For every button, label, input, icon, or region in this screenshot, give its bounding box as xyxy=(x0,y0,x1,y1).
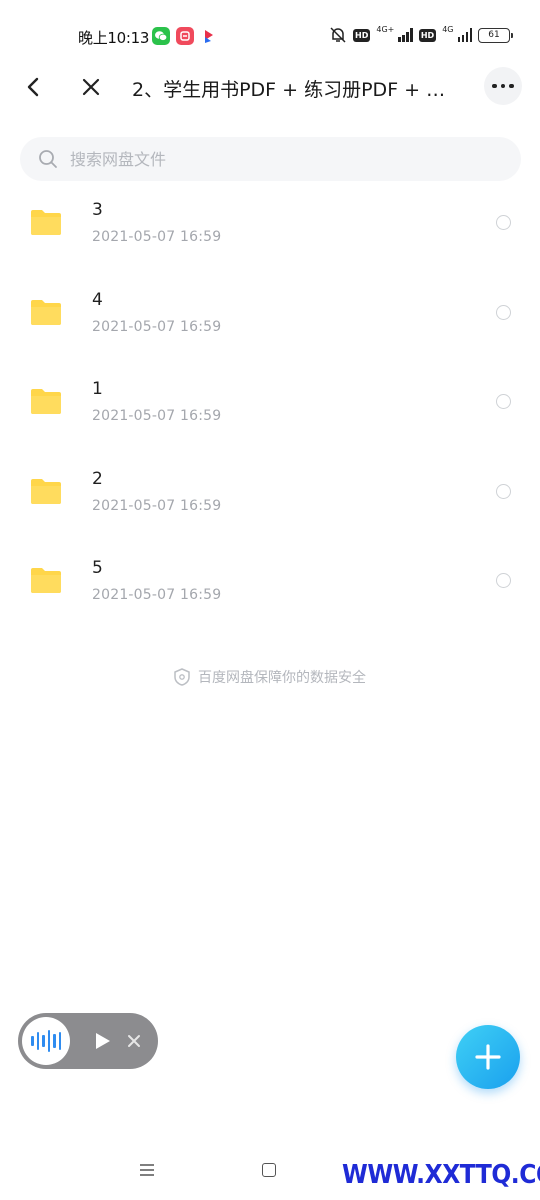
app-arrow-icon xyxy=(200,27,218,45)
search-icon xyxy=(39,150,57,168)
file-name: 5 xyxy=(92,558,103,578)
hd-badge-2: HD xyxy=(418,28,437,42)
more-dot-icon xyxy=(509,83,514,89)
title-bar: 2、学生用书PDF + 练习册PDF + … xyxy=(0,62,540,112)
more-dot-icon xyxy=(492,83,497,89)
file-row[interactable]: 3 2021-05-07 16:59 xyxy=(0,178,540,268)
security-note: 百度网盘保障你的数据安全 xyxy=(0,667,540,687)
file-name: 4 xyxy=(92,289,103,310)
security-note-text: 百度网盘保障你的数据安全 xyxy=(198,670,366,686)
more-dot-icon xyxy=(500,83,506,89)
file-name: 3 xyxy=(92,200,103,220)
folder-icon xyxy=(31,210,61,235)
folder-icon xyxy=(31,478,61,504)
signal-icon-2 xyxy=(457,28,472,42)
network-label-2: 4G xyxy=(442,25,454,34)
menu-icon[interactable] xyxy=(139,1163,155,1177)
file-date: 2021-05-07 16:59 xyxy=(92,408,222,424)
mute-bell-icon xyxy=(330,27,346,43)
file-date: 2021-05-07 16:59 xyxy=(92,229,222,245)
audio-wave-button[interactable] xyxy=(22,1017,70,1065)
more-options-button[interactable] xyxy=(484,67,522,105)
status-right-group: HD 4G+ HD 4G 61 xyxy=(329,25,513,44)
home-nav-button[interactable] xyxy=(262,1163,276,1177)
file-row[interactable]: 5 2021-05-07 16:59 xyxy=(0,536,540,626)
select-checkbox[interactable] xyxy=(496,394,511,409)
network-label-1: 4G+ xyxy=(376,25,395,34)
hd-badge: HD xyxy=(353,28,371,42)
folder-icon xyxy=(31,568,61,593)
select-checkbox[interactable] xyxy=(496,573,511,588)
file-name: 2 xyxy=(92,468,103,489)
file-date: 2021-05-07 16:59 xyxy=(92,587,222,603)
file-date: 2021-05-07 16:59 xyxy=(92,318,222,335)
app-notification-icon xyxy=(176,27,194,45)
status-time: 晚上10:13 xyxy=(78,29,150,47)
file-date: 2021-05-07 16:59 xyxy=(92,497,222,514)
close-button[interactable] xyxy=(76,72,106,102)
file-row[interactable]: 1 2021-05-07 16:59 xyxy=(0,357,540,447)
page-title: 2、学生用书PDF + 练习册PDF + … xyxy=(132,79,446,101)
select-checkbox[interactable] xyxy=(496,304,511,320)
back-button[interactable] xyxy=(18,72,48,102)
folder-icon xyxy=(31,389,61,414)
chevron-left-icon xyxy=(27,77,39,97)
file-list: 3 2021-05-07 16:59 4 2021-05-07 16:59 1 … xyxy=(0,178,540,626)
file-name: 1 xyxy=(92,379,103,399)
file-row[interactable]: 4 2021-05-07 16:59 xyxy=(0,268,540,358)
close-icon xyxy=(82,78,100,96)
select-checkbox[interactable] xyxy=(496,215,511,230)
select-checkbox[interactable] xyxy=(496,483,511,499)
play-icon[interactable] xyxy=(92,1031,112,1051)
add-button[interactable] xyxy=(456,1025,520,1089)
battery-icon: 61 xyxy=(478,27,513,43)
watermark: WWW.XXTTQ.COM xyxy=(342,1160,540,1190)
file-row[interactable]: 2 2021-05-07 16:59 xyxy=(0,447,540,537)
plus-icon xyxy=(475,1044,501,1070)
shield-icon xyxy=(174,668,190,686)
signal-icon xyxy=(398,28,413,42)
close-icon[interactable] xyxy=(126,1033,142,1049)
screen: 晚上10:13 HD 4G+ HD 4G 61 2、学生用书PDF + 练习册P… xyxy=(0,0,540,1200)
folder-icon xyxy=(31,299,61,325)
battery-level: 61 xyxy=(488,30,500,40)
audio-player-pill xyxy=(18,1013,158,1069)
status-app-icons xyxy=(152,27,218,45)
search-bar[interactable] xyxy=(20,137,521,181)
wechat-icon xyxy=(152,27,170,45)
search-input[interactable] xyxy=(70,149,490,169)
